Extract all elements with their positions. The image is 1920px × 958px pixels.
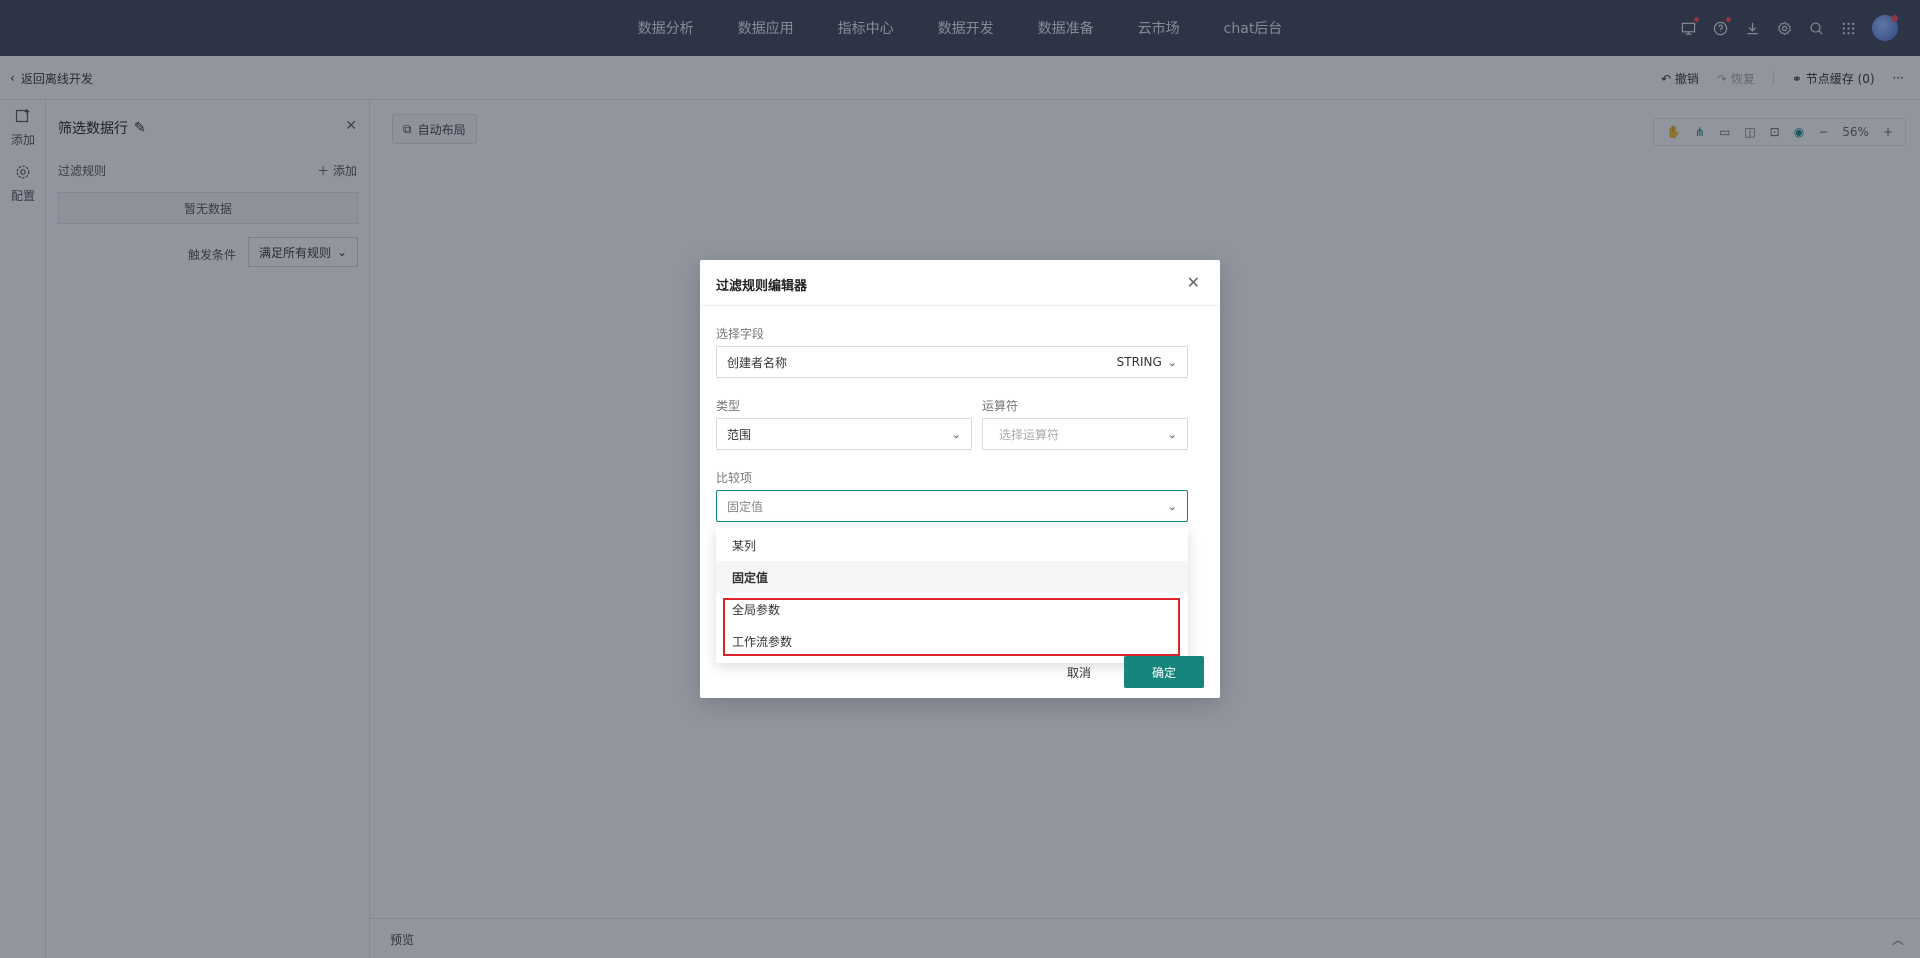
confirm-button[interactable]: 确定	[1124, 656, 1204, 688]
compare-select[interactable]: 固定值 ⌄	[716, 490, 1188, 522]
type-select[interactable]: 范围 ⌄	[716, 418, 972, 450]
compare-value: 固定值	[727, 499, 764, 514]
field-select[interactable]: 创建者名称 STRING ⌄	[716, 346, 1188, 378]
option-fixed-value[interactable]: 固定值	[716, 561, 1188, 593]
highlight-box	[723, 598, 1180, 656]
chevron-down-icon: ⌄	[951, 427, 961, 441]
cancel-button[interactable]: 取消	[1054, 656, 1104, 688]
chevron-down-icon: ⌄	[1167, 499, 1177, 513]
close-icon[interactable]: ✕	[1187, 273, 1200, 292]
modal-title: 过滤规则编辑器	[716, 279, 808, 294]
field-type-badge: STRING	[1116, 355, 1162, 369]
type-value: 范围	[727, 427, 752, 442]
operator-placeholder: 选择运算符	[999, 427, 1060, 442]
modal-header: 过滤规则编辑器 ✕	[700, 260, 1220, 306]
operator-label: 运算符	[982, 399, 1019, 413]
operator-select[interactable]: 选择运算符 ⌄	[982, 418, 1188, 450]
chevron-down-icon: ⌄	[1167, 427, 1177, 441]
field-value: 创建者名称	[727, 355, 788, 370]
compare-label: 比较项	[716, 471, 753, 485]
chevron-down-icon: ⌄	[1167, 355, 1177, 369]
field-label: 选择字段	[716, 327, 765, 341]
type-label: 类型	[716, 399, 741, 413]
option-column[interactable]: 某列	[716, 529, 1188, 561]
